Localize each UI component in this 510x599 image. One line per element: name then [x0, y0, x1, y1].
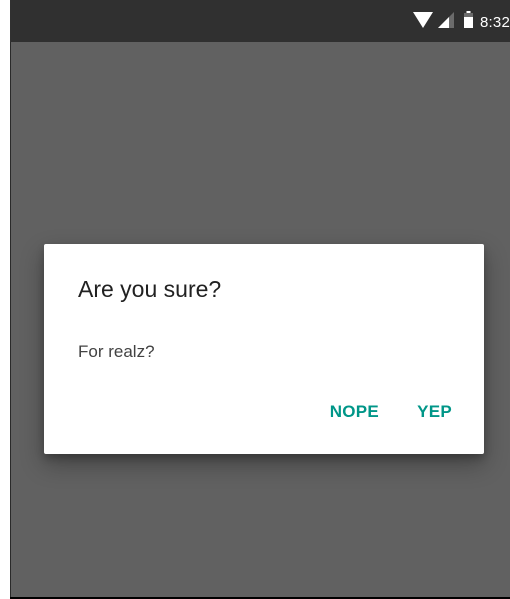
status-icons: 8:32: [413, 11, 510, 33]
cell-signal-icon: [438, 11, 464, 33]
battery-icon: [464, 11, 480, 33]
yep-button[interactable]: YEP: [405, 394, 464, 430]
status-clock: 8:32: [480, 13, 510, 31]
confirm-dialog: Are you sure? For realz? NOPE YEP: [44, 244, 484, 454]
wifi-icon: [413, 11, 438, 33]
dialog-actions: NOPE YEP: [318, 394, 464, 430]
phone-screen: 8:32 Are you sure? For realz? NOPE YEP: [10, 0, 510, 597]
nope-button[interactable]: NOPE: [318, 394, 391, 430]
dialog-title: Are you sure?: [78, 276, 222, 302]
device-left-edge: [10, 42, 11, 597]
dialog-message: For realz?: [78, 342, 155, 361]
status-bar: 8:32: [10, 0, 510, 42]
